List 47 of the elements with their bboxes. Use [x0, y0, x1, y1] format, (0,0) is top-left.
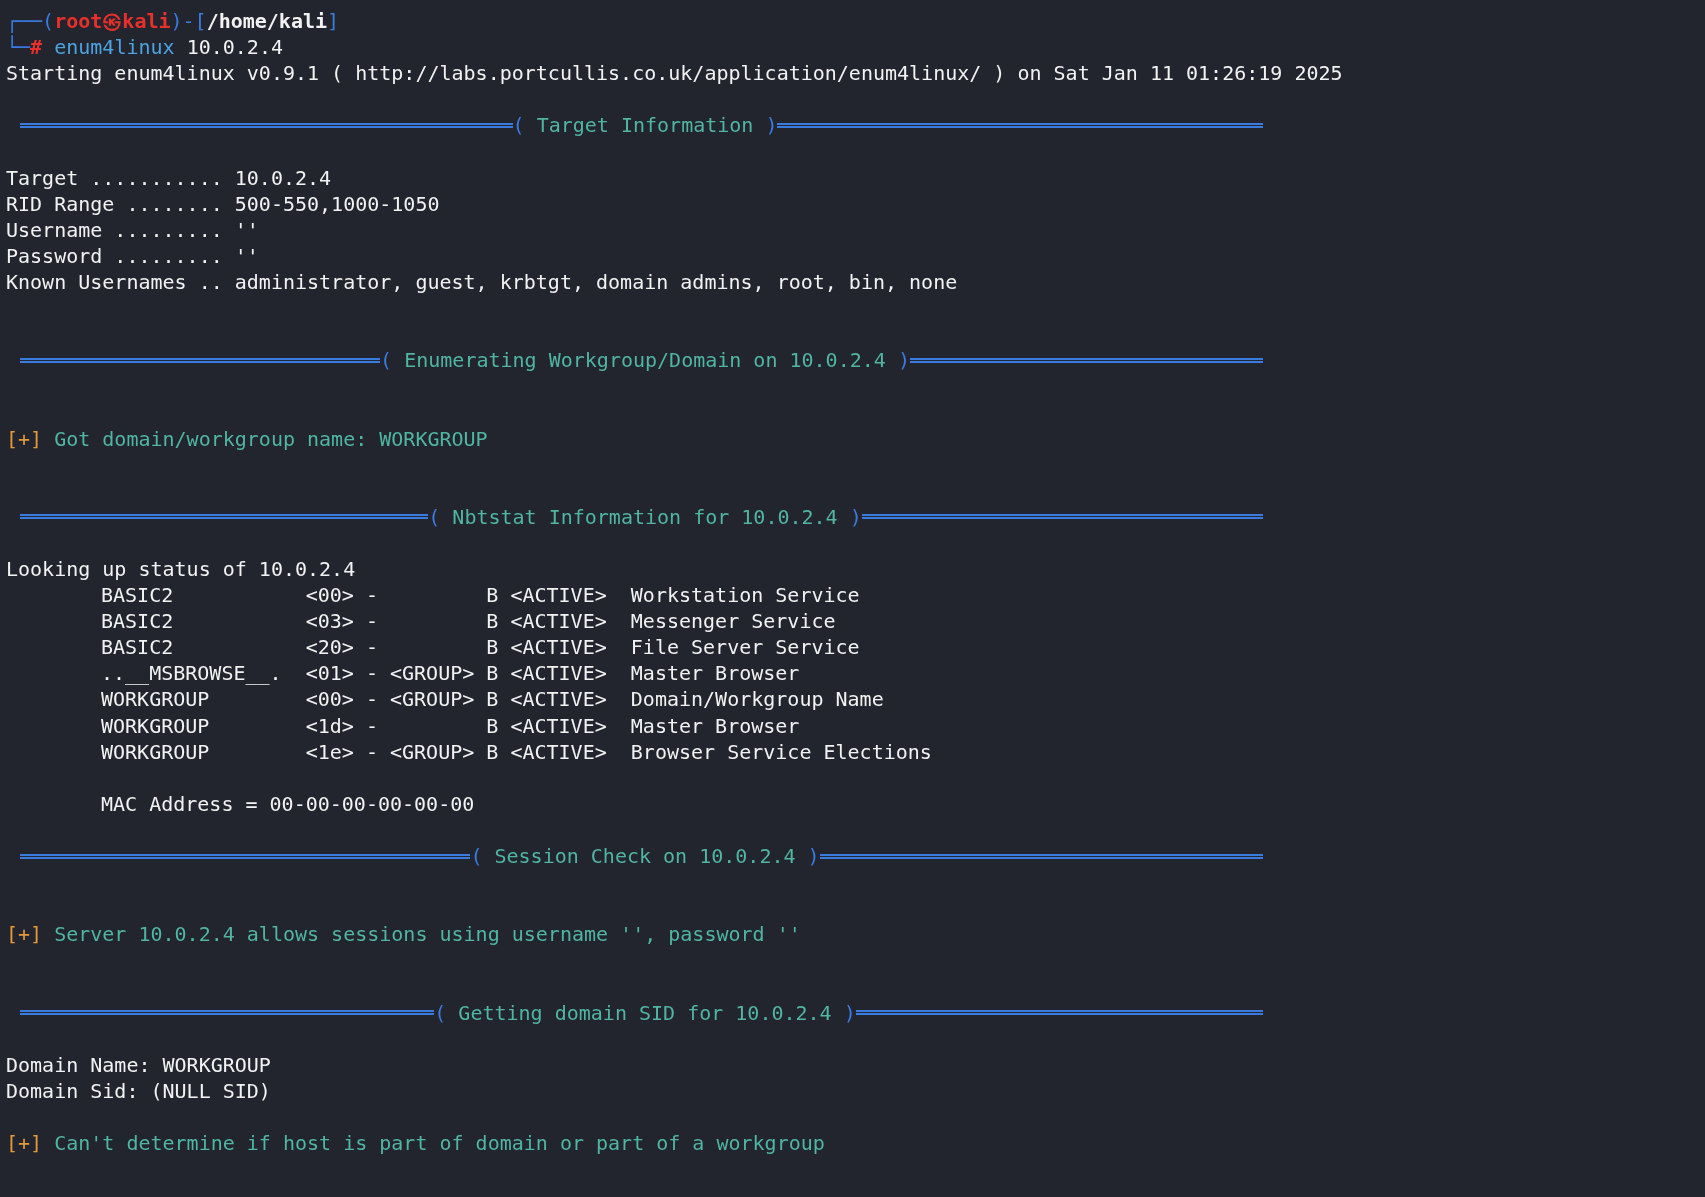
section-title: Getting domain SID for 10.0.2.4	[457, 999, 833, 1026]
prompt-frame: )-[	[170, 8, 207, 35]
bracket: )	[807, 843, 820, 870]
output-line: WORKGROUP <1d> - B <ACTIVE> Master Browser	[101, 712, 800, 739]
bracket: )	[897, 347, 910, 374]
output-line: BASIC2 <03> - B <ACTIVE> Messenger Service	[101, 608, 836, 635]
output-line: ..__MSBROWSE__. <01> - <GROUP> B <ACTIVE> Master Browser	[101, 660, 800, 687]
section-title: Target Information	[535, 112, 755, 139]
prompt-frame: ┌──(	[6, 8, 55, 35]
output-line: Domain Name: WORKGROUP	[6, 1051, 271, 1078]
command-argument: 10.0.2.4	[185, 34, 283, 61]
output-line: Password ......... ''	[6, 242, 259, 269]
status-message: Server 10.0.2.4 allows sessions using username '', password ''	[53, 921, 801, 948]
bracket: )	[843, 999, 856, 1026]
output-line: MAC Address = 00-00-00-00-00-00	[101, 790, 475, 817]
prompt-path: /home/kali	[206, 8, 328, 35]
section-title: Enumerating Workgroup/Domain on 10.0.2.4	[403, 347, 887, 374]
output-line: Starting enum4linux v0.9.1 ( http://labs.portcullis.co.uk/application/enum4linux/ ) on Sat Jan 11 01:26:19 2025	[6, 60, 1343, 87]
output-line: Target ........... 10.0.2.4	[6, 164, 332, 191]
bracket: )	[849, 503, 862, 530]
output-line: Username ......... ''	[6, 216, 259, 243]
output-line: WORKGROUP <1e> - <GROUP> B <ACTIVE> Browser Service Elections	[101, 738, 932, 765]
output-line: BASIC2 <20> - B <ACTIVE> File Server Service	[101, 634, 860, 661]
prompt-user: root㉿kali	[54, 8, 171, 35]
bracket: (	[512, 112, 525, 139]
output-line: RID Range ........ 500-550,1000-1050	[6, 190, 440, 217]
output-line: Looking up status of 10.0.2.4	[6, 555, 356, 583]
bracket: (	[428, 503, 441, 530]
prompt-frame: └─	[6, 34, 31, 61]
bracket: )	[765, 112, 778, 139]
status-marker: [+]	[6, 425, 43, 452]
bracket: (	[434, 999, 447, 1026]
output-line: WORKGROUP <00> - <GROUP> B <ACTIVE> Domain/Workgroup Name	[101, 686, 884, 713]
command-name: enum4linux	[53, 34, 175, 61]
prompt-symbol: #	[30, 34, 43, 61]
output-line: Known Usernames .. administrator, guest, krbtgt, domain admins, root, bin, none	[6, 268, 958, 296]
bracket: (	[380, 347, 393, 374]
status-message: Got domain/workgroup name: WORKGROUP	[53, 425, 488, 452]
output-line: BASIC2 <00> - B <ACTIVE> Workstation Service	[101, 582, 860, 609]
output-line: Domain Sid: (NULL SID)	[6, 1077, 271, 1104]
prompt-frame: ]	[327, 8, 340, 35]
status-marker: [+]	[6, 921, 43, 948]
bracket: (	[470, 843, 483, 870]
status-message: Can't determine if host is part of domain or part of a workgroup	[53, 1130, 825, 1157]
section-title: Nbtstat Information for 10.0.2.4	[451, 503, 839, 530]
section-title: Session Check on 10.0.2.4	[493, 843, 797, 870]
status-marker: [+]	[6, 1130, 43, 1157]
